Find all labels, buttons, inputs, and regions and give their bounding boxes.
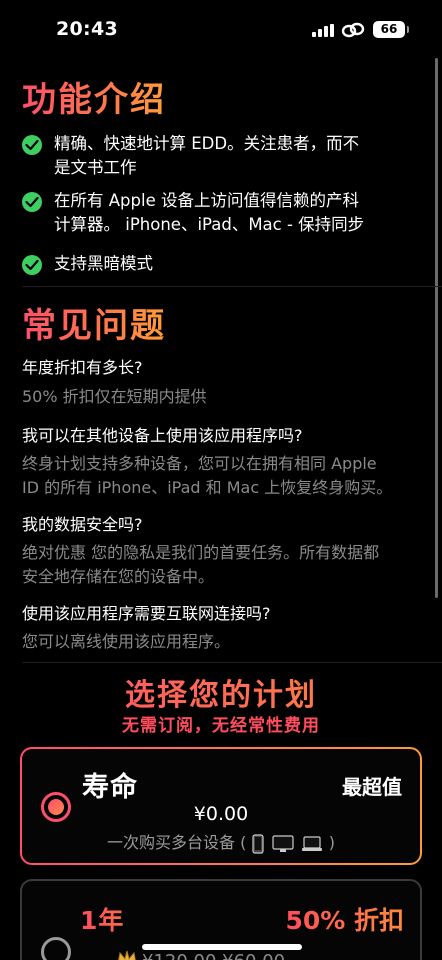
status-bar: 20:43 66 — [0, 0, 442, 60]
plan-price: ¥0.00 — [193, 803, 249, 825]
plan-description: 一次购买多台设备 ( ) — [107, 833, 335, 854]
section-divider — [22, 286, 442, 287]
faq-question: 我的数据安全吗? — [22, 515, 143, 534]
plan-card-lifetime[interactable]: 寿命 最超值 ¥0.00 一次购买多台设备 ( ) — [20, 747, 422, 865]
feature-item: 支持黑暗模式 — [22, 252, 417, 276]
radio-empty-icon[interactable] — [41, 937, 71, 960]
macbook-icon — [301, 835, 322, 851]
checkmark-icon — [22, 135, 42, 155]
section-divider — [22, 662, 442, 663]
link-icon — [341, 22, 365, 38]
feature-text: 精确、快速地计算 EDD。关注患者，而不 是文书工作 — [54, 134, 360, 177]
battery-icon: 66 — [373, 21, 409, 38]
plans-subheading: 无需订阅，无经常性费用 — [122, 716, 320, 736]
feature-text: 支持黑暗模式 — [54, 254, 153, 273]
plan-badge: 50% 折扣 — [285, 901, 404, 937]
cellular-signal-icon — [312, 24, 334, 37]
crown-icon — [118, 950, 136, 960]
plan-name: 1年 — [80, 901, 124, 937]
scrollbar[interactable] — [435, 58, 438, 598]
iphone-icon — [252, 833, 265, 854]
faq-answer: 您可以离线使用该应用程序。 — [22, 632, 231, 651]
feature-text: 在所有 Apple 设备上访问值得信赖的产科 计算器。 iPhone、iPad、… — [54, 191, 365, 234]
feature-item: 精确、快速地计算 EDD。关注患者，而不 是文书工作 — [22, 132, 417, 180]
faq-answer: 终身计划支持多种设备，您可以在拥有相同 Apple ID 的所有 iPhone、… — [22, 454, 393, 497]
features-title: 功能介绍 — [22, 72, 166, 121]
faq-question: 年度折扣有多长? — [22, 358, 143, 377]
plans-heading: 选择您的计划 — [0, 670, 442, 714]
faq-question: 使用该应用程序需要互联网连接吗? — [22, 604, 271, 623]
feature-item: 在所有 Apple 设备上访问值得信赖的产科 计算器。 iPhone、iPad、… — [22, 189, 417, 237]
checkmark-icon — [22, 255, 42, 275]
faq-title: 常见问题 — [22, 298, 166, 347]
home-indicator[interactable] — [142, 944, 302, 950]
plan-name: 寿命 — [82, 772, 138, 803]
imac-icon — [271, 834, 294, 852]
plan-badge: 最超值 — [342, 775, 402, 799]
faq-answer: 50% 折扣仅在短期内提供 — [22, 387, 207, 406]
faq-answer: 绝对优惠 您的隐私是我们的首要任务。所有数据都 安全地存储在您的设备中。 — [22, 543, 380, 586]
faq-question: 我可以在其他设备上使用该应用程序吗? — [22, 426, 303, 445]
checkmark-icon — [22, 192, 42, 212]
status-time: 20:43 — [56, 18, 118, 40]
plan-price: ¥120.00 ¥60.00 — [142, 951, 285, 960]
